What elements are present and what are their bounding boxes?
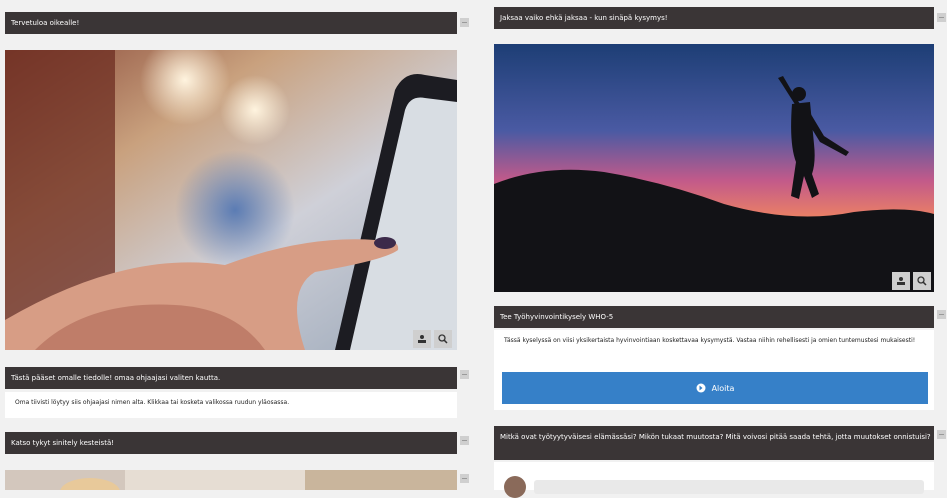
card-title: Tervetuloa oikealle! [11, 19, 80, 27]
card-title-bar: Katso tykyt sinitely kesteistä! [5, 432, 457, 454]
zoom-icon[interactable] [434, 330, 452, 348]
avatar [504, 476, 526, 498]
card-title-bar: Tästä pääset omalle tiedolle! omaa ohjaa… [5, 367, 457, 389]
arrow-circle-icon [696, 383, 706, 393]
card-text: Oma tiivisti löytyy siis ohjaajasi nimen… [15, 399, 290, 406]
card-title-bar: Mitkä ovat työtyytyväisesi elämässäsi? M… [494, 426, 934, 460]
card-title-bar: Jaksaa vaiko ehkä jaksaa - kun sinäpä ky… [494, 7, 934, 29]
collapse-toggle[interactable] [937, 310, 946, 319]
card-body: Oma tiivisti löytyy siis ohjaajasi nimen… [5, 392, 457, 418]
card-title-bar: Tee Työhyvinvointikysely WHO-5 [494, 306, 934, 328]
collapse-toggle[interactable] [460, 474, 469, 483]
comment-input[interactable] [534, 480, 924, 494]
collapse-toggle[interactable] [460, 18, 469, 27]
start-button[interactable]: Aloita [502, 372, 928, 404]
user-icon[interactable] [892, 272, 910, 290]
collapse-toggle[interactable] [460, 370, 469, 379]
card-title: Katso tykyt sinitely kesteistä! [11, 439, 115, 447]
user-icon[interactable] [413, 330, 431, 348]
silhouette-sunset-image [494, 44, 934, 292]
card-title: Tee Työhyvinvointikysely WHO-5 [500, 313, 614, 321]
collapse-toggle[interactable] [937, 13, 946, 22]
card-title: Tästä pääset omalle tiedolle! omaa ohjaa… [11, 374, 221, 382]
collapse-toggle[interactable] [937, 430, 946, 439]
collapse-toggle[interactable] [460, 436, 469, 445]
start-button-label: Aloita [711, 383, 735, 393]
zoom-icon[interactable] [913, 272, 931, 290]
card-text: Tässä kyselyssä on viisi yksikertaista h… [504, 337, 916, 344]
card-title: Jaksaa vaiko ehkä jaksaa - kun sinäpä ky… [500, 14, 668, 22]
woman-portrait-image [5, 470, 457, 490]
card-title: Mitkä ovat työtyytyväisesi elämässäsi? M… [500, 433, 931, 441]
card-body [494, 462, 934, 498]
card-title-bar: Tervetuloa oikealle! [5, 12, 457, 34]
tablet-hand-image [5, 50, 457, 350]
